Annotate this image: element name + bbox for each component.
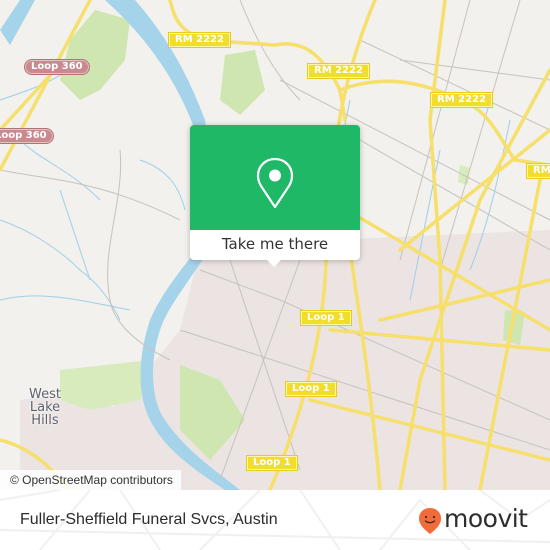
moovit-wordmark: moovit — [444, 504, 528, 533]
road-label-loop-360: Loop 360 — [0, 128, 54, 144]
road-label-loop-1: Loop 1 — [300, 310, 352, 326]
road-label-loop-1: Loop 1 — [246, 455, 298, 471]
moovit-smiley-pin-icon — [419, 508, 441, 534]
urban-area — [90, 230, 550, 490]
take-me-there-button[interactable]: Take me there — [190, 230, 360, 260]
road-label-rm: RM — [526, 163, 550, 179]
park — [220, 50, 265, 115]
road-label-rm-2222: RM 2222 — [307, 63, 370, 79]
place-label-west-lake-hills: West Lake Hills — [29, 387, 61, 428]
popup-card: Take me there — [190, 125, 360, 260]
road-label-rm-2222: RM 2222 — [430, 92, 493, 108]
map-view[interactable]: RM 2222 RM 2222 RM 2222 RM Loop 360 Loop… — [0, 0, 550, 490]
map-attribution[interactable]: © OpenStreetMap contributors — [0, 470, 181, 490]
moovit-logo[interactable]: moovit — [418, 504, 538, 535]
park — [60, 10, 130, 100]
popup-header — [190, 125, 360, 230]
popup-pointer — [267, 260, 281, 267]
road-label-rm-2222: RM 2222 — [168, 32, 231, 48]
location-popup: Take me there — [190, 125, 360, 267]
river — [0, 0, 35, 45]
road-label-loop-360: Loop 360 — [24, 59, 90, 75]
road-label-loop-1: Loop 1 — [285, 381, 337, 397]
location-pin-icon — [256, 157, 294, 209]
place-name: Fuller-Sheffield Funeral Svcs, Austin — [20, 511, 278, 528]
